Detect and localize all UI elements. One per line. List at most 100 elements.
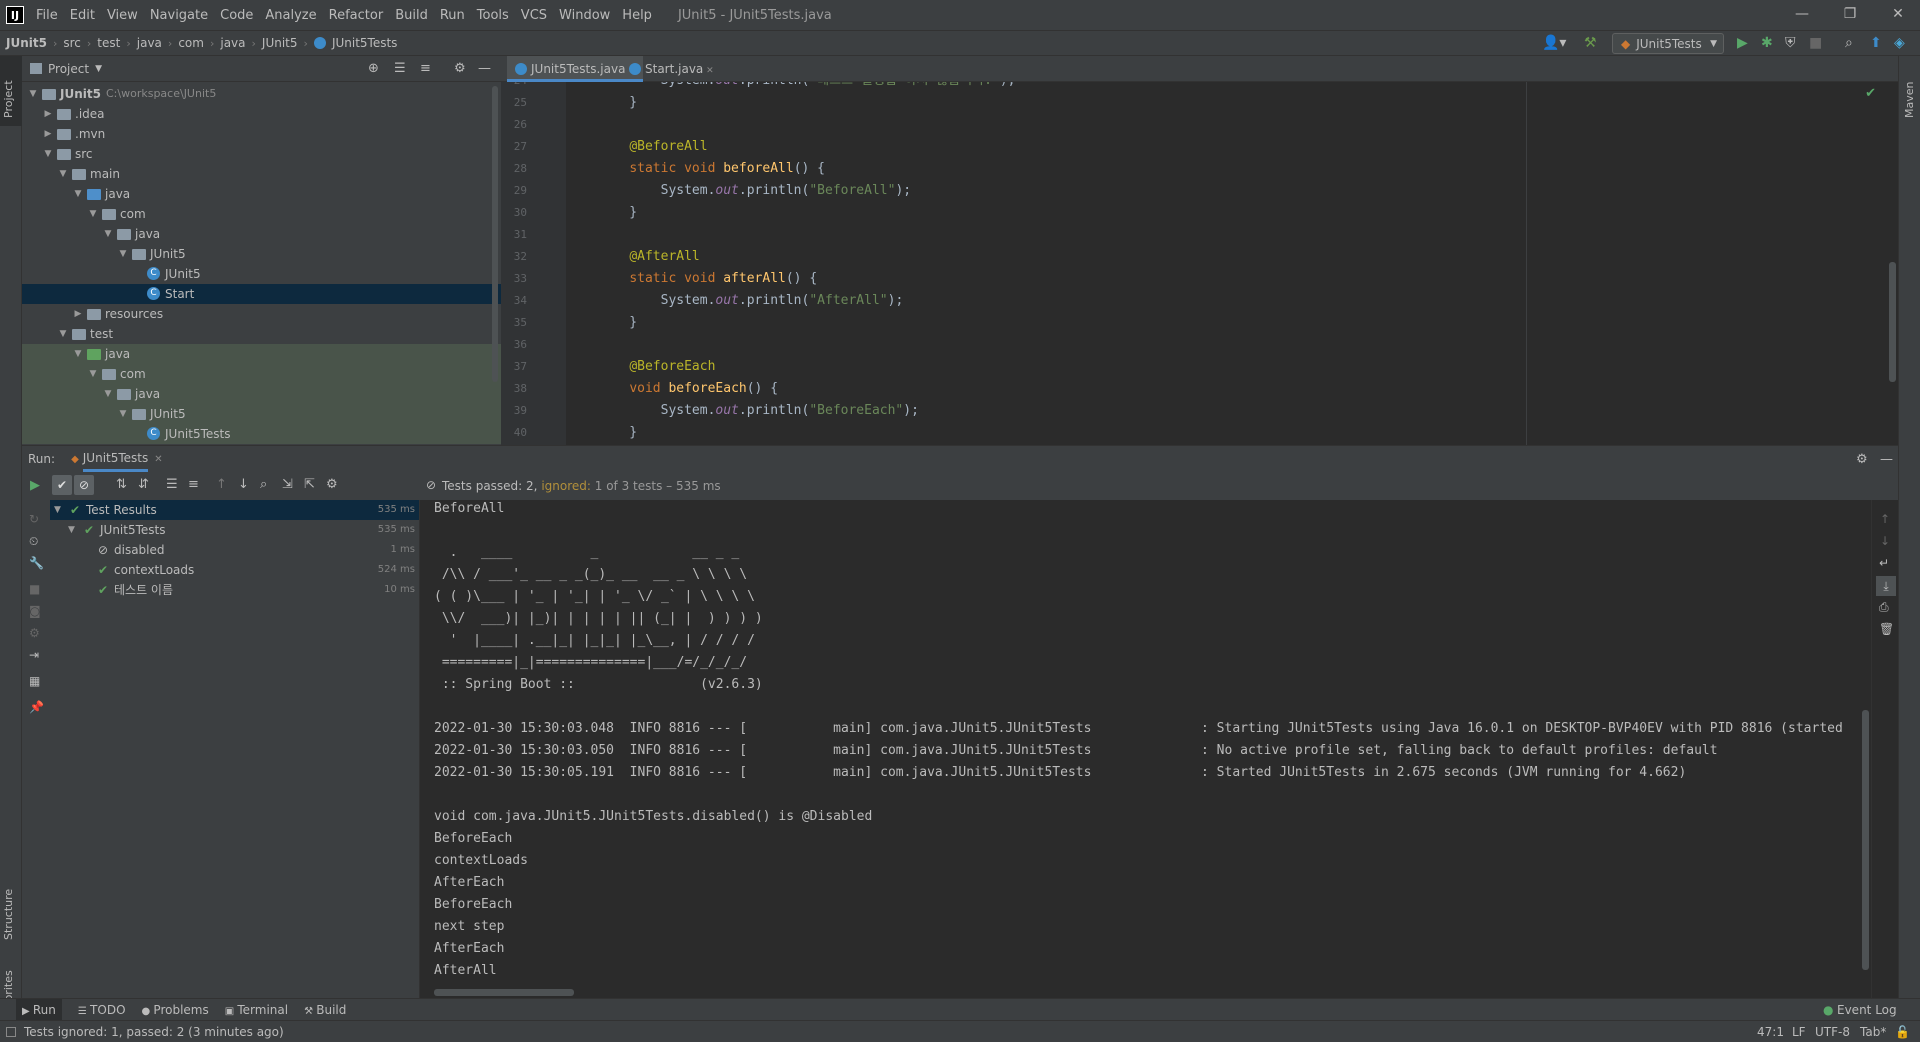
tool-tab-structure[interactable]: Structure — [2, 889, 15, 940]
export-tests-icon[interactable]: ⇱ — [304, 477, 315, 492]
project-tree-item[interactable]: ▼ java — [22, 224, 501, 244]
console-h-scrollbar[interactable] — [434, 989, 574, 996]
menu-navigate[interactable]: Navigate — [150, 8, 208, 23]
project-tree-item[interactable]: C JUnit5Tests — [22, 424, 501, 444]
project-tree-item[interactable]: ▼ com — [22, 204, 501, 224]
test-result-row[interactable]: ▼ ✔ Test Results 535 ms — [50, 500, 419, 520]
bottom-tab-build[interactable]: ⚒ Build — [304, 1003, 346, 1017]
show-ignored-icon[interactable]: ⊘ — [74, 475, 94, 495]
search-icon[interactable]: ⌕ — [1845, 35, 1853, 51]
debug-icon[interactable]: ✱ — [1761, 35, 1773, 51]
hide-icon[interactable]: — — [1880, 452, 1893, 467]
chevron-right-icon[interactable]: ▶ — [43, 104, 53, 124]
project-tree-item[interactable]: C Start — [22, 284, 501, 304]
project-tree-item[interactable]: ▼ JUnit5 C:\workspace\JUnit5 — [22, 84, 501, 104]
event-log-tab[interactable]: Event Log — [1837, 1003, 1897, 1017]
chevron-down-icon[interactable]: ▼ — [103, 384, 113, 404]
chevron-down-icon[interactable]: ▼ — [103, 224, 113, 244]
sort-alpha-icon[interactable]: ⇅ — [116, 477, 127, 492]
layout-icon[interactable]: ▦ — [29, 674, 40, 688]
trash-icon[interactable]: 🗑 — [1879, 622, 1894, 636]
restore-icon[interactable]: ❐ — [1840, 6, 1860, 22]
test-result-row[interactable]: ⊘ disabled 1 ms — [50, 540, 419, 560]
stop-icon[interactable]: ■ — [1809, 35, 1822, 51]
chevron-down-icon[interactable]: ▼ — [54, 500, 61, 520]
project-tree-item[interactable]: ▶ resources — [22, 304, 501, 324]
project-tree-item[interactable]: ▼ java — [22, 344, 501, 364]
gear-icon[interactable]: ⚙ — [29, 626, 40, 640]
minimize-icon[interactable]: — — [1792, 6, 1812, 22]
tool-tab-maven[interactable]: Maven — [1903, 82, 1916, 118]
menu-analyze[interactable]: Analyze — [265, 8, 316, 23]
hide-icon[interactable]: — — [478, 61, 491, 76]
breadcrumb-item[interactable]: JUnit5 — [6, 36, 47, 50]
project-tree-item[interactable]: ▼ JUnit5 — [22, 404, 501, 424]
inspection-ok-icon[interactable]: ✔ — [1865, 86, 1876, 101]
run-tab-junit5tests[interactable]: JUnit5Tests — [82, 447, 149, 472]
menu-refactor[interactable]: Refactor — [329, 8, 384, 23]
test-result-row[interactable]: ✔ 테스트 이름 10 ms — [50, 580, 419, 600]
prev-failed-icon[interactable]: ↑ — [216, 477, 227, 492]
menu-file[interactable]: File — [36, 8, 58, 23]
editor-tab[interactable]: Start.java ✕ — [621, 56, 721, 82]
breadcrumb-item[interactable]: JUnit5 — [262, 36, 298, 50]
chevron-down-icon[interactable]: ▼ — [58, 164, 68, 184]
camera-icon[interactable]: ◙ — [29, 604, 41, 618]
project-tree-item[interactable]: ▼ java — [22, 184, 501, 204]
collapse-all-icon[interactable]: ≡ — [420, 61, 431, 76]
menu-code[interactable]: Code — [220, 8, 253, 23]
project-title[interactable]: Project — [48, 62, 89, 76]
indent-setting[interactable]: Tab* — [1860, 1025, 1886, 1039]
code-editor[interactable]: 24 System.out.println("테스트 실행됩 하지 않습니다."… — [501, 82, 1898, 445]
stop-icon[interactable]: ■ — [29, 582, 40, 596]
test-history-icon[interactable]: ⌕ — [260, 477, 267, 492]
show-passed-icon[interactable]: ✔ — [52, 475, 72, 495]
layout-toggle-icon[interactable] — [6, 1026, 16, 1037]
scroll-to-end-icon[interactable]: ⤓ — [1876, 576, 1896, 596]
project-tree-item[interactable]: ▼ test — [22, 324, 501, 344]
print-icon[interactable]: ⎙ — [1879, 600, 1889, 615]
expand-all-icon[interactable]: ☰ — [166, 477, 178, 492]
breadcrumb-item[interactable]: java — [137, 36, 162, 50]
project-tree-item[interactable]: ▼ JUnit5 — [22, 244, 501, 264]
chevron-down-icon[interactable]: ▼ — [95, 64, 102, 74]
chevron-down-icon[interactable]: ▼ — [68, 520, 75, 540]
caret-position[interactable]: 47:1 — [1757, 1025, 1784, 1039]
tool-tab-project[interactable]: Project — [2, 80, 15, 118]
close-icon[interactable]: ✕ — [1888, 6, 1908, 22]
file-encoding[interactable]: UTF-8 — [1815, 1025, 1850, 1039]
console-v-scrollbar[interactable] — [1862, 710, 1869, 970]
chevron-down-icon[interactable]: ▼ — [58, 324, 68, 344]
project-tree-item[interactable]: ▶ .idea — [22, 104, 501, 124]
editor-scrollbar[interactable] — [1889, 262, 1896, 382]
update-icon[interactable]: ⬆ — [1870, 35, 1882, 51]
plugin-icon[interactable]: ◈ — [1894, 35, 1905, 51]
wrench-icon[interactable]: 🔧 — [29, 556, 44, 570]
breadcrumb-item[interactable]: java — [220, 36, 245, 50]
locate-icon[interactable]: ⊕ — [368, 61, 379, 76]
bottom-tab-todo[interactable]: ☰ TODO — [78, 1003, 126, 1017]
project-tree-item[interactable]: C JUnit5 — [22, 264, 501, 284]
menu-window[interactable]: Window — [559, 8, 610, 23]
expand-all-icon[interactable]: ☰ — [394, 61, 406, 76]
chevron-down-icon[interactable]: ▼ — [118, 404, 128, 424]
coverage-icon[interactable]: ⛨ — [1785, 35, 1796, 51]
breadcrumb-item[interactable]: src — [63, 36, 81, 50]
bottom-tab-problems[interactable]: ● Problems — [142, 1003, 209, 1017]
build-hammer-icon[interactable]: ⚒ — [1584, 35, 1597, 51]
run-console[interactable]: BeforeAll . ____ _ __ _ _ /\\ / ___'_ __… — [421, 500, 1871, 998]
chevron-down-icon[interactable]: ▼ — [28, 84, 38, 104]
bottom-tab-terminal[interactable]: ▣ Terminal — [225, 1003, 288, 1017]
project-tree-item[interactable]: ▶ .mvn — [22, 124, 501, 144]
menu-build[interactable]: Build — [395, 8, 428, 23]
sort-duration-icon[interactable]: ⇵ — [138, 477, 149, 492]
close-tab-icon[interactable]: ✕ — [154, 454, 162, 465]
project-tree-item[interactable]: ▼ src — [22, 144, 501, 164]
menu-vcs[interactable]: VCS — [521, 8, 547, 23]
menu-tools[interactable]: Tools — [477, 8, 509, 23]
menu-help[interactable]: Help — [622, 8, 652, 23]
lock-icon[interactable]: 🔓 — [1895, 1025, 1910, 1039]
status-message[interactable]: Tests ignored: 1, passed: 2 (3 minutes a… — [24, 1025, 284, 1039]
pin-icon[interactable]: 📌 — [29, 700, 44, 714]
line-separator[interactable]: LF — [1792, 1025, 1806, 1039]
